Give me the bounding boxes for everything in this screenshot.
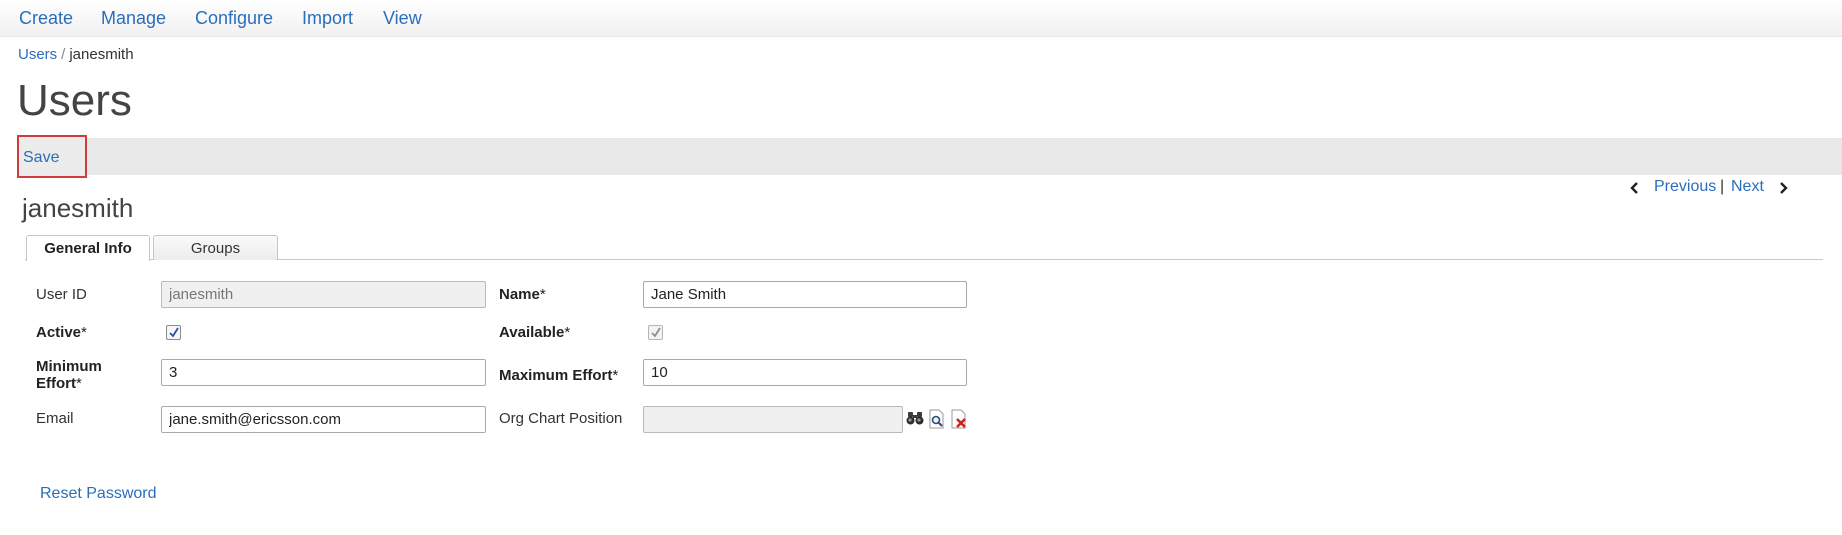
maximum-effort-label: Maximum Effort* xyxy=(499,367,618,384)
checkmark-icon xyxy=(169,327,179,338)
nav-view[interactable]: View xyxy=(383,8,422,29)
clear-page-icon[interactable] xyxy=(949,409,969,429)
binoculars-icon[interactable] xyxy=(905,408,925,428)
active-label-text: Active xyxy=(36,324,82,341)
tab-general-info[interactable]: General Info xyxy=(26,235,150,261)
available-label-text: Available xyxy=(499,324,565,341)
minimum-effort-required-mark: * xyxy=(76,375,82,392)
minimum-effort-label-text: Minimum Effort xyxy=(36,358,102,392)
breadcrumb: Users / janesmith xyxy=(18,46,134,63)
breadcrumb-users-link[interactable]: Users xyxy=(18,46,57,63)
active-required-mark: * xyxy=(81,324,87,341)
active-label: Active* xyxy=(36,324,87,341)
toolbar xyxy=(17,138,1842,175)
email-label: Email xyxy=(36,410,74,427)
tabs-baseline xyxy=(25,259,1823,260)
org-chart-position-label: Org Chart Position xyxy=(499,410,623,427)
available-required-mark: * xyxy=(564,324,571,341)
active-checkbox[interactable] xyxy=(166,325,181,340)
chevron-right-icon[interactable] xyxy=(1776,181,1790,195)
org-chart-position-field[interactable] xyxy=(643,406,903,433)
reset-password-link[interactable]: Reset Password xyxy=(40,485,157,503)
nav-configure[interactable]: Configure xyxy=(195,8,273,29)
record-title: janesmith xyxy=(22,193,134,223)
user-id-field[interactable] xyxy=(161,281,486,308)
pager-separator: | xyxy=(1720,178,1725,195)
minimum-effort-field[interactable] xyxy=(161,359,486,386)
email-field[interactable] xyxy=(161,406,486,433)
nav-import[interactable]: Import xyxy=(302,8,353,29)
save-button[interactable]: Save xyxy=(17,135,87,178)
available-checkbox xyxy=(648,325,663,340)
name-label: Name* xyxy=(499,286,546,303)
tab-groups[interactable]: Groups xyxy=(153,235,278,260)
user-id-label: User ID xyxy=(36,286,87,303)
name-label-text: Name xyxy=(499,286,540,303)
page-title: Users xyxy=(17,76,132,125)
top-nav: Create Manage Configure Import View xyxy=(0,0,1842,37)
maximum-effort-field[interactable] xyxy=(643,359,967,386)
minimum-effort-label: Minimum Effort* xyxy=(36,358,136,392)
nav-create[interactable]: Create xyxy=(19,8,73,29)
breadcrumb-separator: / xyxy=(61,46,66,63)
checkmark-icon xyxy=(651,327,661,338)
chevron-left-icon[interactable] xyxy=(1628,181,1642,195)
maximum-effort-required-mark: * xyxy=(612,367,619,384)
pager-next[interactable]: Next xyxy=(1731,178,1764,196)
name-required-mark: * xyxy=(539,286,546,303)
pager-previous: Previous xyxy=(1654,178,1717,195)
breadcrumb-current: janesmith xyxy=(69,46,134,63)
nav-manage[interactable]: Manage xyxy=(101,8,166,29)
magnifier-page-icon[interactable] xyxy=(927,409,947,429)
name-field[interactable] xyxy=(643,281,967,308)
maximum-effort-label-text: Maximum Effort xyxy=(499,367,613,384)
available-label: Available* xyxy=(499,324,570,341)
